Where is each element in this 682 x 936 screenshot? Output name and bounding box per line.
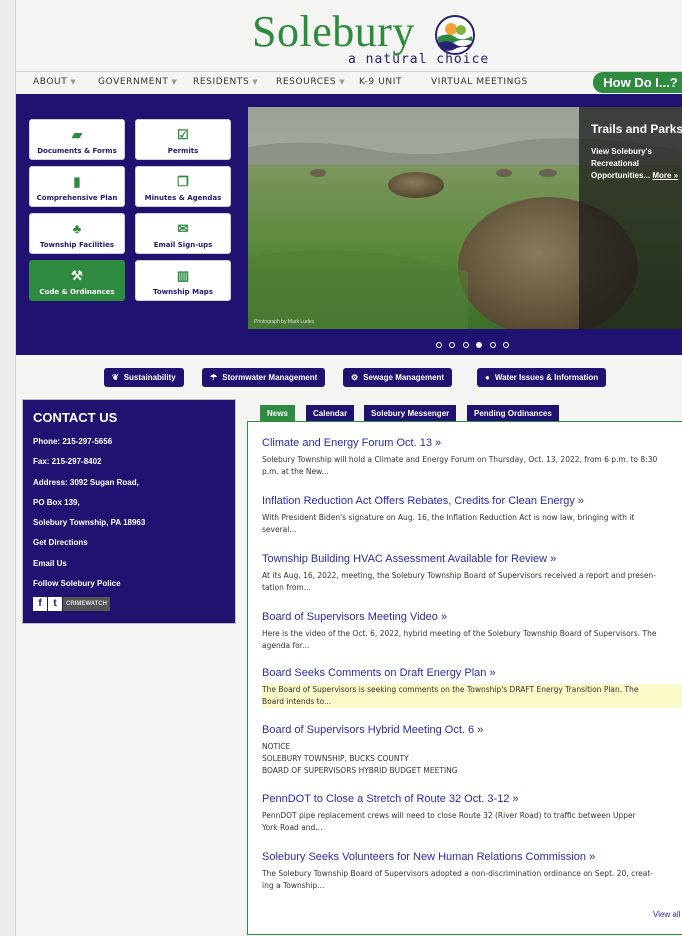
- logo-emblem-icon: [435, 15, 475, 55]
- folder-icon: ▰: [72, 127, 82, 142]
- tab-calendar[interactable]: Calendar: [306, 405, 355, 422]
- news-item-link[interactable]: Climate and Energy Forum Oct. 13 »: [262, 436, 682, 450]
- nav-virtual-meetings[interactable]: VIRTUAL MEETINGS: [431, 77, 528, 87]
- nav-residents[interactable]: RESIDENTS ▼: [193, 77, 258, 87]
- site-logo[interactable]: Solebury a natural choice: [252, 7, 492, 68]
- contact-po-box: PO Box 139,: [33, 497, 80, 507]
- slider-dot[interactable]: [503, 342, 510, 348]
- pill-stormwater-management[interactable]: ☂ Stormwater Management: [202, 368, 326, 387]
- contact-heading: CONTACT US: [33, 410, 118, 425]
- news-item-excerpt-highlighted: The Board of Supervisors is seeking comm…: [262, 684, 682, 708]
- quick-link-code-ordinances[interactable]: ⚒ Code & Ordinances: [29, 260, 125, 301]
- tab-solebury-messenger[interactable]: Solebury Messenger: [364, 405, 457, 422]
- news-item: Climate and Energy Forum Oct. 13 » Soleb…: [262, 436, 682, 478]
- chevron-down-icon: ▼: [70, 78, 77, 86]
- slider-dot[interactable]: [462, 342, 469, 348]
- tab-pending-ordinances[interactable]: Pending Ordinances: [467, 405, 559, 422]
- news-item-excerpt: At its Aug. 16, 2022, meeting, the Soleb…: [262, 571, 656, 592]
- chevron-down-icon: ▼: [252, 78, 259, 86]
- news-item: Solebury Seeks Volunteers for New Human …: [262, 850, 682, 892]
- nav-k9-unit[interactable]: K-9 UNIT: [359, 77, 402, 87]
- book-icon: ▮: [73, 174, 81, 189]
- contact-box: CONTACT US Phone: 215-297-5656 Fax: 215-…: [22, 399, 236, 624]
- email-us-link[interactable]: Email Us: [33, 554, 235, 574]
- contact-city: Solebury Township, PA 18963: [33, 518, 146, 528]
- gavel-icon: ⚒: [71, 268, 83, 283]
- chevron-down-icon: ▼: [339, 78, 346, 86]
- social-links: f t CRIMEWATCH: [33, 597, 235, 612]
- quick-link-email-signups[interactable]: ✉ Email Sign-ups: [135, 213, 231, 254]
- quick-link-permits[interactable]: ☑ Permits: [135, 119, 231, 160]
- quick-link-documents-forms[interactable]: ▰ Documents & Forms: [29, 119, 125, 160]
- news-item-link[interactable]: Board Seeks Comments on Draft Energy Pla…: [262, 666, 682, 680]
- facebook-icon[interactable]: f: [33, 597, 47, 612]
- page: Solebury a natural choice ABOUT ▼ GOVERNM…: [15, 0, 682, 936]
- news-item: PennDOT to Close a Stretch of Route 32 O…: [262, 792, 682, 834]
- news-item-excerpt: PennDOT pipe replacement crews will need…: [262, 811, 636, 832]
- news-item-excerpt: The Solebury Township Board of Superviso…: [262, 869, 653, 890]
- pill-water-issues[interactable]: ● Water Issues & Information: [477, 368, 607, 387]
- how-do-i-button[interactable]: How Do I...?: [593, 72, 682, 93]
- photo-credit: Photograph by Mark Ludes: [254, 319, 315, 325]
- logo-wordmark: Solebury: [252, 7, 415, 56]
- news-item: Board of Supervisors Hybrid Meeting Oct.…: [262, 723, 682, 777]
- pill-sewage-management[interactable]: ⚙ Sewage Management: [343, 368, 453, 387]
- nav-government[interactable]: GOVERNMENT ▼: [98, 77, 177, 87]
- nav-about[interactable]: ABOUT ▼: [33, 77, 76, 87]
- news-panel: Climate and Energy Forum Oct. 13 » Soleb…: [247, 421, 682, 935]
- contact-fax: Fax: 215-297-8402: [33, 457, 102, 467]
- hero-band: ▰ Documents & Forms ☑ Permits ▮ Comprehe…: [16, 94, 682, 355]
- news-item-excerpt: Solebury Township will hold a Climate an…: [262, 455, 658, 476]
- crimewatch-badge[interactable]: CRIMEWATCH: [63, 597, 110, 612]
- slider-dot[interactable]: [449, 342, 456, 348]
- copy-icon: ❐: [177, 174, 189, 189]
- checkbox-icon: ☑: [177, 127, 189, 142]
- nav-resources[interactable]: RESOURCES ▼: [276, 77, 345, 87]
- news-item: Board of Supervisors Meeting Video » Her…: [262, 610, 682, 652]
- quick-link-comprehensive-plan[interactable]: ▮ Comprehensive Plan: [29, 166, 125, 207]
- leaf-icon: ❦: [112, 373, 119, 382]
- news-item: Board Seeks Comments on Draft Energy Pla…: [262, 666, 682, 708]
- slide-more-link[interactable]: More »: [652, 171, 678, 180]
- news-item-link[interactable]: Solebury Seeks Volunteers for New Human …: [262, 850, 682, 864]
- news-item-excerpt: With President Biden's signature on Aug.…: [262, 513, 635, 534]
- news-item-link[interactable]: Township Building HVAC Assessment Availa…: [262, 552, 682, 566]
- news-item-link[interactable]: Board of Supervisors Meeting Video »: [262, 610, 682, 624]
- news-item-excerpt: NOTICE SOLEBURY TOWNSHIP, BUCKS COUNTY B…: [262, 742, 458, 775]
- umbrella-icon: ☂: [210, 373, 218, 382]
- hero-slide[interactable]: Trails and Parks View Solebury's Recreat…: [248, 107, 682, 329]
- quick-link-minutes-agendas[interactable]: ❐ Minutes & Agendas: [135, 166, 231, 207]
- chevron-down-icon: ▼: [171, 78, 178, 86]
- envelope-icon: ✉: [177, 221, 189, 236]
- slider-dots: [436, 335, 512, 348]
- pill-sustainability[interactable]: ❦ Sustainability: [104, 368, 184, 387]
- main-nav: ABOUT ▼ GOVERNMENT ▼ RESIDENTS ▼ RESOURCES ▼…: [16, 71, 682, 94]
- follow-police-label: Follow Solebury Police: [33, 579, 121, 589]
- view-all-link[interactable]: View all: [653, 910, 680, 919]
- tab-news[interactable]: News: [260, 405, 295, 422]
- news-item-excerpt: Here is the video of the Oct. 6, 2022, h…: [262, 629, 657, 650]
- contact-phone: Phone: 215-297-5656: [33, 437, 113, 446]
- contact-address: Address: 3092 Sugan Road,: [33, 477, 139, 487]
- quick-link-township-facilities[interactable]: ♣ Township Facilities: [29, 213, 125, 254]
- tree-icon: ♣: [72, 221, 82, 236]
- news-item-link[interactable]: Inflation Reduction Act Offers Rebates, …: [262, 494, 682, 508]
- slide-title: Trails and Parks: [591, 122, 682, 136]
- news-item-link[interactable]: PennDOT to Close a Stretch of Route 32 O…: [262, 792, 682, 806]
- slide-caption: Trails and Parks View Solebury's Recreat…: [579, 107, 682, 329]
- logo-tagline: a natural choice: [348, 52, 490, 67]
- drop-icon: ●: [485, 373, 490, 382]
- news-item-link[interactable]: Board of Supervisors Hybrid Meeting Oct.…: [262, 723, 682, 737]
- get-directions-link[interactable]: Get Directions: [33, 533, 235, 553]
- slider-dot[interactable]: [436, 342, 442, 348]
- twitter-icon[interactable]: t: [48, 597, 62, 612]
- news-item: Township Building HVAC Assessment Availa…: [262, 552, 682, 594]
- quick-link-township-maps[interactable]: ▥ Township Maps: [135, 260, 231, 301]
- slider-dot-active[interactable]: [476, 342, 483, 348]
- gears-icon: ⚙: [351, 373, 359, 382]
- slider-dot[interactable]: [489, 342, 496, 348]
- map-icon: ▥: [176, 268, 190, 283]
- slide-body: View Solebury's Recreational Opportuniti…: [591, 147, 679, 180]
- news-item: Inflation Reduction Act Offers Rebates, …: [262, 494, 682, 536]
